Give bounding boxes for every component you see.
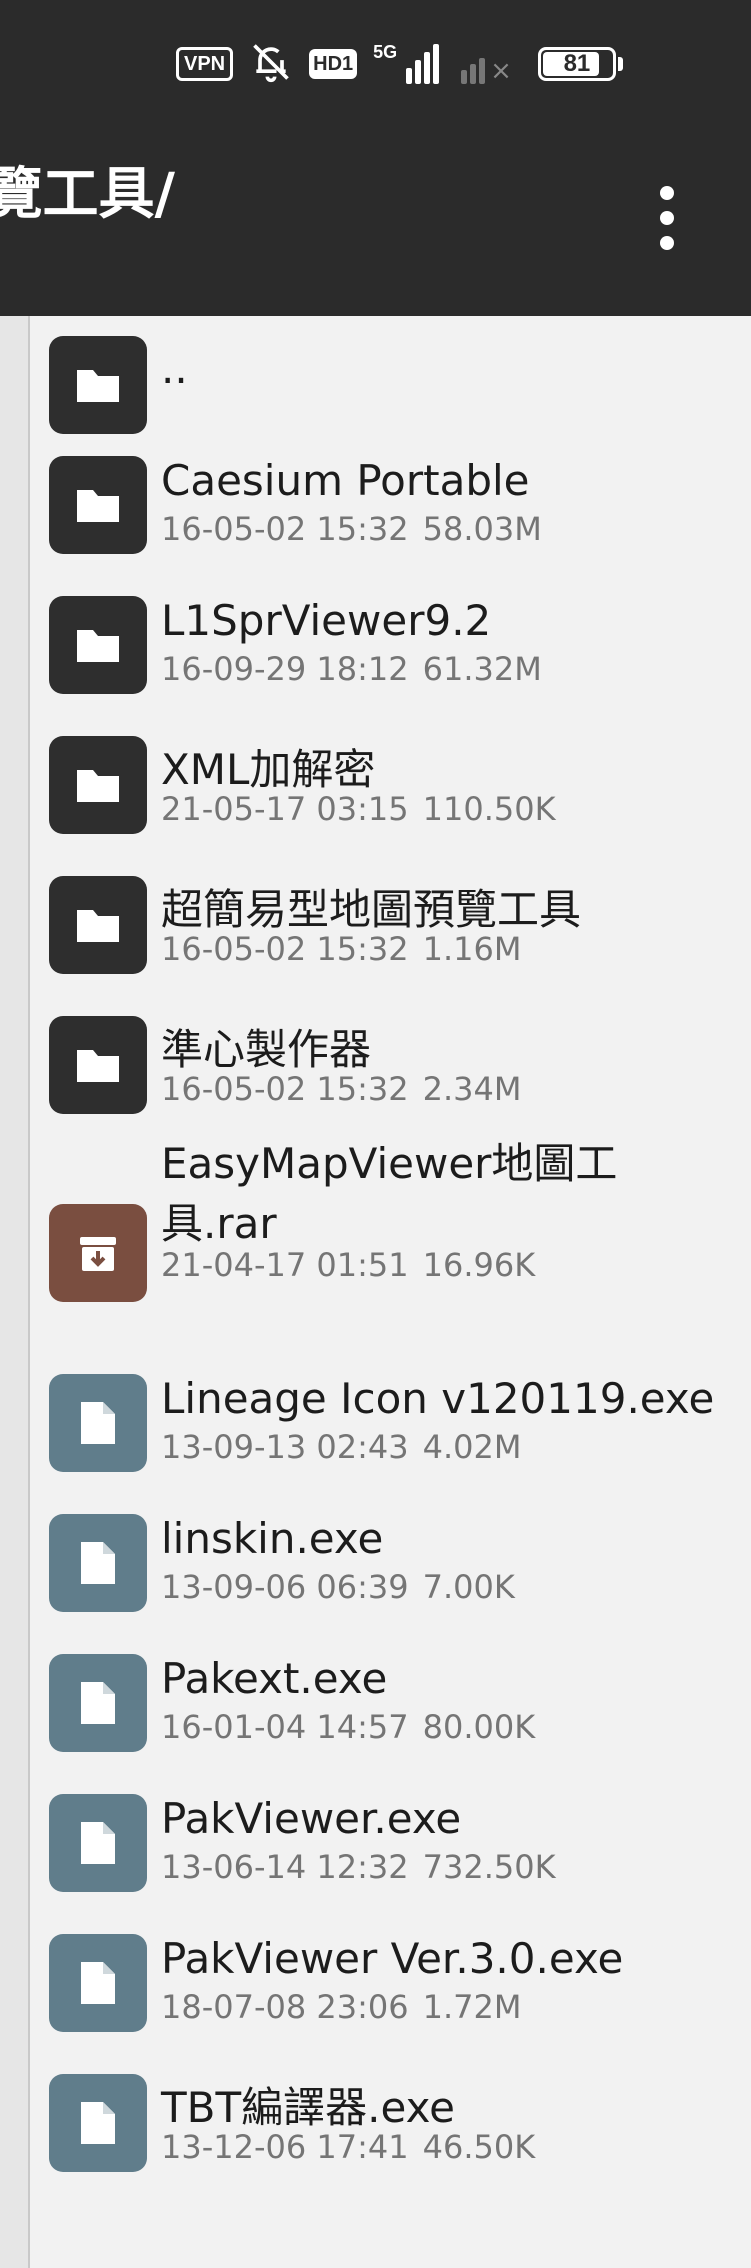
battery-icon: 81 xyxy=(537,47,616,81)
more-vertical-icon[interactable] xyxy=(652,186,682,250)
network-type-label: 5G xyxy=(373,42,398,62)
path-title-text: 超簡易型地圖預覽工具/ xyxy=(0,162,175,227)
folder-icon xyxy=(49,736,147,834)
page-title: 超簡易型地圖預覽工具/ xyxy=(0,155,600,235)
file-name: 準心製作器 xyxy=(161,1025,372,1074)
signal-strength-icon: 5G xyxy=(373,42,445,84)
file-size: 46.50K xyxy=(422,2128,536,2166)
file-meta: 16-09-29 18:12 61.32M xyxy=(161,650,542,688)
file-size: 61.32M xyxy=(422,650,542,688)
file-date: 21-04-17 01:51 xyxy=(161,1246,409,1284)
file-date: 16-05-02 15:32 xyxy=(161,1070,409,1108)
file-name: .. xyxy=(161,344,188,393)
folder-icon xyxy=(49,1016,147,1114)
file-meta: 13-09-06 06:39 7.00K xyxy=(161,1568,515,1606)
folder-icon xyxy=(49,336,147,434)
hd-voice-indicator: HD1 xyxy=(309,49,358,79)
file-date: 13-09-13 02:43 xyxy=(161,1428,409,1466)
file-name: PakViewer Ver.3.0.exe xyxy=(161,1934,624,1983)
file-date: 13-12-06 17:41 xyxy=(161,2128,409,2166)
file-size: 7.00K xyxy=(422,1568,515,1606)
file-icon xyxy=(49,1654,147,1752)
folder-icon xyxy=(49,876,147,974)
file-date: 13-09-06 06:39 xyxy=(161,1568,409,1606)
file-size: 16.96K xyxy=(422,1246,536,1284)
file-size: 110.50K xyxy=(422,790,556,828)
file-name: Caesium Portable xyxy=(161,456,530,505)
file-name: Pakext.exe xyxy=(161,1654,388,1703)
drawer-edge[interactable] xyxy=(0,316,30,2268)
file-name-continued: 具.rar xyxy=(161,1199,277,1248)
vpn-indicator: VPN xyxy=(176,47,234,81)
file-icon xyxy=(49,1934,147,2032)
status-bar: VPN HD1 5G × 81 xyxy=(176,38,623,90)
file-name: Lineage Icon v120119.exe xyxy=(161,1374,715,1423)
file-icon xyxy=(49,1514,147,1612)
file-meta: 13-06-14 12:32 732.50K xyxy=(161,1848,556,1886)
folder-icon xyxy=(49,456,147,554)
file-name: PakViewer.exe xyxy=(161,1794,462,1843)
folder-icon xyxy=(49,596,147,694)
battery-level: 81 xyxy=(563,50,591,77)
file-icon xyxy=(49,1794,147,1892)
file-meta: 18-07-08 23:06 1.72M xyxy=(161,1988,522,2026)
file-name: linskin.exe xyxy=(161,1514,384,1563)
file-size: 732.50K xyxy=(422,1848,556,1886)
file-meta: 21-05-17 03:15 110.50K xyxy=(161,790,556,828)
file-size: 80.00K xyxy=(422,1708,536,1746)
file-date: 21-05-17 03:15 xyxy=(161,790,409,828)
file-size: 1.16M xyxy=(422,930,522,968)
signal-strength-sim2-icon: × xyxy=(461,44,512,84)
file-date: 16-09-29 18:12 xyxy=(161,650,409,688)
file-meta: 13-12-06 17:41 46.50K xyxy=(161,2128,535,2166)
file-icon xyxy=(49,2074,147,2172)
file-size: 4.02M xyxy=(422,1428,522,1466)
archive-icon xyxy=(49,1204,147,1302)
file-meta: 16-01-04 14:57 80.00K xyxy=(161,1708,535,1746)
file-meta: 21-04-17 01:51 16.96K xyxy=(161,1246,535,1284)
file-meta: 16-05-02 15:32 1.16M xyxy=(161,930,522,968)
file-name: 超簡易型地圖預覽工具 xyxy=(161,885,582,934)
file-date: 18-07-08 23:06 xyxy=(161,1988,409,2026)
file-size: 2.34M xyxy=(422,1070,522,1108)
file-size: 1.72M xyxy=(422,1988,522,2026)
bell-muted-icon xyxy=(249,40,293,88)
file-date: 16-05-02 15:32 xyxy=(161,930,409,968)
file-name: L1SprViewer9.2 xyxy=(161,596,492,645)
file-date: 16-01-04 14:57 xyxy=(161,1708,409,1746)
file-size: 58.03M xyxy=(422,510,542,548)
file-meta: 16-05-02 15:32 58.03M xyxy=(161,510,542,548)
file-name: EasyMapViewer地圖工 xyxy=(161,1139,618,1188)
file-name: TBT編譯器.exe xyxy=(161,2083,455,2132)
file-meta: 16-05-02 15:32 2.34M xyxy=(161,1070,522,1108)
file-date: 13-06-14 12:32 xyxy=(161,1848,409,1886)
file-date: 16-05-02 15:32 xyxy=(161,510,409,548)
file-name: XML加解密 xyxy=(161,745,376,794)
file-icon xyxy=(49,1374,147,1472)
file-meta: 13-09-13 02:43 4.02M xyxy=(161,1428,522,1466)
toolbar: VPN HD1 5G × 81 覽工具/ xyxy=(0,0,751,316)
